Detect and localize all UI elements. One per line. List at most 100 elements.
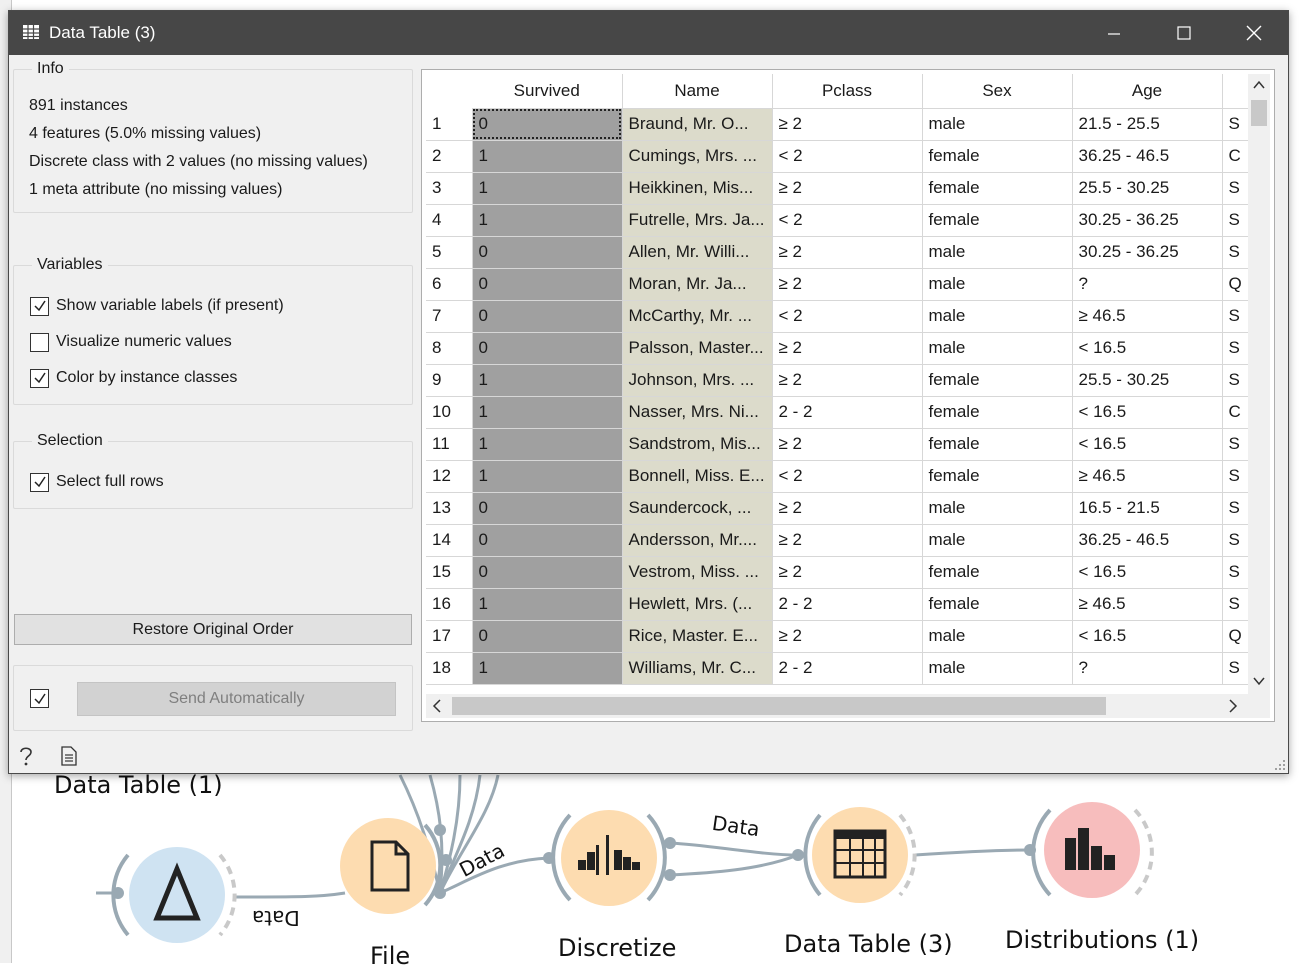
cell-pclass[interactable]: < 2 bbox=[772, 140, 923, 173]
title-bar[interactable]: Data Table (3) bbox=[9, 11, 1288, 55]
horizontal-scroll-thumb[interactable] bbox=[452, 697, 1106, 715]
cell-sex[interactable]: female bbox=[922, 364, 1073, 397]
table-row[interactable]: 13 0 Saundercock, ... ≥ 2 male 16.5 - 21.5 S bbox=[426, 492, 1253, 525]
horizontal-scrollbar[interactable] bbox=[426, 694, 1248, 718]
checkbox-box[interactable] bbox=[30, 472, 49, 492]
maximize-button[interactable] bbox=[1149, 11, 1219, 55]
node-label-distributions-1[interactable]: Distributions (1) bbox=[1005, 926, 1199, 954]
cell-survived[interactable]: 1 bbox=[472, 588, 623, 621]
cell-name[interactable]: Heikkinen, Mis... bbox=[622, 172, 773, 205]
cell-pclass[interactable]: 2 - 2 bbox=[772, 396, 923, 429]
cell-survived[interactable]: 0 bbox=[472, 524, 623, 557]
cell-sex[interactable]: male bbox=[922, 268, 1073, 301]
cell-pclass[interactable]: ≥ 2 bbox=[772, 236, 923, 269]
cell-name[interactable]: McCarthy, Mr. ... bbox=[622, 300, 773, 333]
cell-name[interactable]: Braund, Mr. O... bbox=[622, 108, 773, 141]
cell-pclass[interactable]: ≥ 2 bbox=[772, 492, 923, 525]
cell-name[interactable]: Sandstrom, Mis... bbox=[622, 428, 773, 461]
cell-sex[interactable]: male bbox=[922, 332, 1073, 365]
show-variable-labels-checkbox[interactable]: Show variable labels (if present) bbox=[30, 295, 284, 317]
cell-sex[interactable]: female bbox=[922, 588, 1073, 621]
close-button[interactable] bbox=[1219, 11, 1289, 55]
data-table[interactable]: Survived Name Pclass Sex Age 1 0 Braund, M… bbox=[426, 74, 1253, 685]
cell-sex[interactable]: male bbox=[922, 300, 1073, 333]
cell-pclass[interactable]: < 2 bbox=[772, 204, 923, 237]
cell-survived[interactable]: 0 bbox=[472, 620, 623, 653]
cell-sex[interactable]: male bbox=[922, 524, 1073, 557]
cell-pclass[interactable]: ≥ 2 bbox=[772, 268, 923, 301]
cell-name[interactable]: Hewlett, Mrs. (... bbox=[622, 588, 773, 621]
column-header-name[interactable]: Name bbox=[622, 74, 773, 109]
table-row[interactable]: 9 1 Johnson, Mrs. ... ≥ 2 female 25.5 - 30.25… bbox=[426, 364, 1253, 397]
node-label-discretize[interactable]: Discretize bbox=[558, 934, 676, 962]
cell-age[interactable]: < 16.5 bbox=[1072, 556, 1223, 589]
table-row[interactable]: 15 0 Vestrom, Miss. ... ≥ 2 female < 16.5 S bbox=[426, 556, 1253, 589]
cell-name[interactable]: Johnson, Mrs. ... bbox=[622, 364, 773, 397]
cell-sex[interactable]: female bbox=[922, 172, 1073, 205]
column-header-survived[interactable]: Survived bbox=[472, 74, 623, 109]
table-row[interactable]: 14 0 Andersson, Mr.... ≥ 2 male 36.25 - 46.5 S bbox=[426, 524, 1253, 557]
cell-name[interactable]: Cumings, Mrs. ... bbox=[622, 140, 773, 173]
cell-pclass[interactable]: ≥ 2 bbox=[772, 428, 923, 461]
cell-survived[interactable]: 1 bbox=[472, 172, 623, 205]
cell-age[interactable]: 36.25 - 46.5 bbox=[1072, 524, 1223, 557]
cell-pclass[interactable]: 2 - 2 bbox=[772, 588, 923, 621]
cell-sex[interactable]: female bbox=[922, 140, 1073, 173]
cell-age[interactable]: ≥ 46.5 bbox=[1072, 588, 1223, 621]
cell-survived[interactable]: 0 bbox=[472, 236, 623, 269]
cell-survived[interactable]: 1 bbox=[472, 396, 623, 429]
checkbox-box[interactable] bbox=[30, 332, 49, 352]
checkbox-box[interactable] bbox=[30, 296, 49, 316]
scroll-right-icon[interactable] bbox=[1222, 694, 1244, 718]
cell-pclass[interactable]: ≥ 2 bbox=[772, 620, 923, 653]
table-row[interactable]: 3 1 Heikkinen, Mis... ≥ 2 female 25.5 - 30.25… bbox=[426, 172, 1253, 205]
cell-survived[interactable]: 0 bbox=[472, 556, 623, 589]
column-header-sex[interactable]: Sex bbox=[922, 74, 1073, 109]
table-row[interactable]: 2 1 Cumings, Mrs. ... < 2 female 36.25 - 46.5… bbox=[426, 140, 1253, 173]
cell-sex[interactable]: male bbox=[922, 236, 1073, 269]
cell-name[interactable]: Rice, Master. E... bbox=[622, 620, 773, 653]
cell-sex[interactable]: female bbox=[922, 396, 1073, 429]
cell-age[interactable]: ? bbox=[1072, 652, 1223, 685]
cell-age[interactable]: < 16.5 bbox=[1072, 620, 1223, 653]
cell-age[interactable]: 30.25 - 36.25 bbox=[1072, 236, 1223, 269]
cell-pclass[interactable]: ≥ 2 bbox=[772, 364, 923, 397]
table-row[interactable]: 1 0 Braund, Mr. O... ≥ 2 male 21.5 - 25.5 S bbox=[426, 108, 1253, 141]
cell-age[interactable]: ≥ 46.5 bbox=[1072, 300, 1223, 333]
node-label-data-table-3[interactable]: Data Table (3) bbox=[784, 930, 953, 958]
cell-pclass[interactable]: < 2 bbox=[772, 300, 923, 333]
table-row[interactable]: 17 0 Rice, Master. E... ≥ 2 male < 16.5 Q bbox=[426, 620, 1253, 653]
cell-age[interactable]: 16.5 - 21.5 bbox=[1072, 492, 1223, 525]
table-row[interactable]: 11 1 Sandstrom, Mis... ≥ 2 female < 16.5 S bbox=[426, 428, 1253, 461]
cell-name[interactable]: Futrelle, Mrs. Ja... bbox=[622, 204, 773, 237]
restore-original-order-button[interactable]: Restore Original Order bbox=[14, 614, 412, 645]
cell-age[interactable]: < 16.5 bbox=[1072, 428, 1223, 461]
scroll-down-icon[interactable] bbox=[1248, 670, 1270, 692]
cell-pclass[interactable]: ≥ 2 bbox=[772, 172, 923, 205]
cell-pclass[interactable]: ≥ 2 bbox=[772, 332, 923, 365]
node-label-file[interactable]: File bbox=[370, 942, 410, 970]
cell-sex[interactable]: male bbox=[922, 108, 1073, 141]
cell-sex[interactable]: female bbox=[922, 204, 1073, 237]
table-row[interactable]: 7 0 McCarthy, Mr. ... < 2 male ≥ 46.5 S bbox=[426, 300, 1253, 333]
visualize-numeric-checkbox[interactable]: Visualize numeric values bbox=[30, 331, 232, 353]
cell-age[interactable]: 25.5 - 30.25 bbox=[1072, 172, 1223, 205]
cell-name[interactable]: Palsson, Master... bbox=[622, 332, 773, 365]
cell-survived[interactable]: 0 bbox=[472, 108, 623, 141]
cell-name[interactable]: Moran, Mr. Ja... bbox=[622, 268, 773, 301]
table-row[interactable]: 5 0 Allen, Mr. Willi... ≥ 2 male 30.25 - 36.2… bbox=[426, 236, 1253, 269]
cell-age[interactable]: 21.5 - 25.5 bbox=[1072, 108, 1223, 141]
table-row[interactable]: 4 1 Futrelle, Mrs. Ja... < 2 female 30.25 - 3… bbox=[426, 204, 1253, 237]
table-row[interactable]: 12 1 Bonnell, Miss. E... < 2 female ≥ 46.5 S bbox=[426, 460, 1253, 493]
vertical-scrollbar[interactable] bbox=[1248, 74, 1270, 694]
cell-survived[interactable]: 0 bbox=[472, 300, 623, 333]
color-by-class-checkbox[interactable]: Color by instance classes bbox=[30, 367, 237, 389]
cell-pclass[interactable]: 2 - 2 bbox=[772, 652, 923, 685]
cell-survived[interactable]: 0 bbox=[472, 492, 623, 525]
cell-name[interactable]: Bonnell, Miss. E... bbox=[622, 460, 773, 493]
node-label-data-table-1[interactable]: Data Table (1) bbox=[54, 771, 223, 799]
cell-age[interactable]: 36.25 - 46.5 bbox=[1072, 140, 1223, 173]
table-row[interactable]: 8 0 Palsson, Master... ≥ 2 male < 16.5 S bbox=[426, 332, 1253, 365]
table-row[interactable]: 16 1 Hewlett, Mrs. (... 2 - 2 female ≥ 46.5 S bbox=[426, 588, 1253, 621]
cell-survived[interactable]: 0 bbox=[472, 332, 623, 365]
